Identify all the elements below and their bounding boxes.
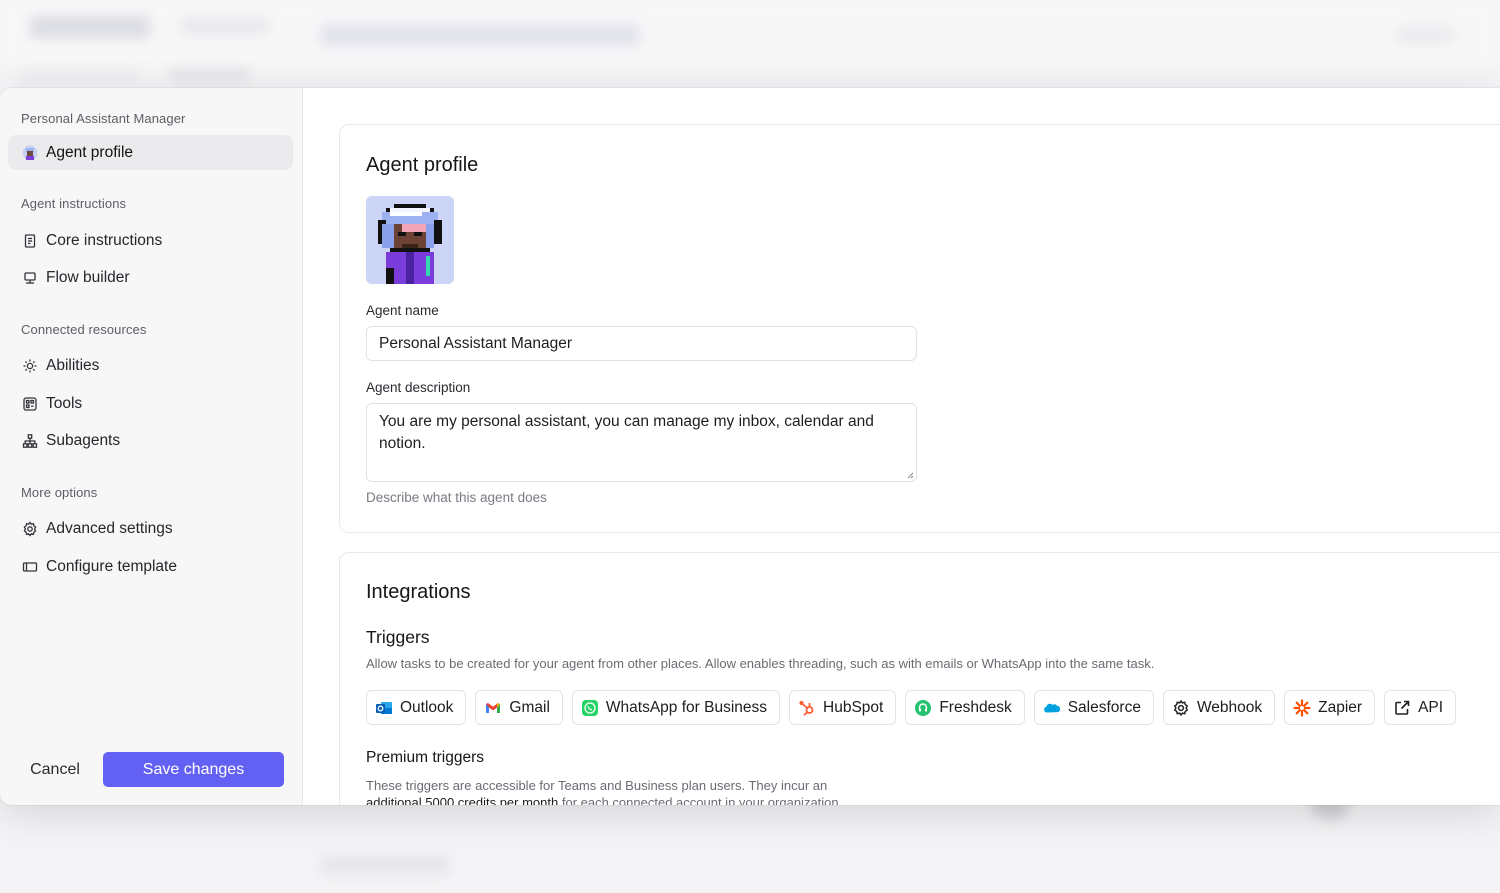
sidebar-section-instructions: Agent instructions (21, 196, 127, 211)
background-tab (170, 68, 250, 82)
sidebar-item-label: Advanced settings (46, 519, 173, 537)
outlook-icon (375, 699, 393, 717)
monitor-icon (21, 269, 38, 286)
background-pill (180, 18, 270, 34)
trigger-label: Gmail (509, 698, 550, 716)
background-logo (30, 16, 150, 38)
sidebar-item-core-instructions[interactable]: Core instructions (8, 223, 293, 258)
integrations-card: Integrations Triggers Allow tasks to be … (339, 552, 1500, 805)
premium-triggers-heading: Premium triggers (366, 749, 484, 766)
background-topbar (0, 0, 1500, 70)
triggers-heading: Triggers (366, 627, 430, 647)
premium-desc-credits: additional 5000 credits per month (366, 795, 559, 805)
webhook-gear-icon (1172, 699, 1190, 717)
external-link-icon (1393, 699, 1411, 717)
trigger-label: API (1418, 698, 1444, 716)
trigger-label: Salesforce (1067, 698, 1141, 716)
trigger-label: Webhook (1196, 698, 1263, 716)
background-action (1395, 26, 1455, 44)
trigger-whatsapp[interactable]: WhatsApp for Business (571, 690, 781, 725)
sidebar-item-configure-template[interactable]: Configure template (8, 549, 293, 584)
trigger-label: Zapier (1318, 698, 1363, 716)
zapier-icon (1293, 698, 1311, 717)
premium-desc-line2: for each connected account in your organ… (558, 795, 843, 805)
save-changes-button[interactable]: Save changes (103, 752, 284, 787)
trigger-outlook[interactable]: Outlook (366, 690, 467, 725)
triggers-description: Allow tasks to be created for your agent… (366, 656, 1155, 671)
sidebar-item-label: Flow builder (46, 268, 130, 286)
sidebar-item-label: Agent profile (46, 143, 134, 161)
tools-grid-icon (21, 395, 38, 412)
agent-description-help: Describe what this agent does (366, 490, 547, 505)
background-footer (320, 855, 450, 875)
premium-desc-line1: These triggers are accessible for Teams … (366, 778, 828, 793)
pixel-avatar-icon (366, 196, 454, 284)
agent-description-textarea[interactable]: You are my personal assistant, you can m… (366, 403, 917, 482)
agent-name-input[interactable] (366, 326, 917, 361)
sidebar-item-tools[interactable]: Tools (8, 386, 293, 421)
integrations-heading: Integrations (366, 581, 471, 603)
sidebar-item-label: Core instructions (46, 231, 163, 249)
background-title (320, 24, 640, 46)
triggers-list: Outlook Gmail WhatsApp for Business HubS… (366, 690, 1457, 725)
agent-avatar[interactable] (366, 196, 454, 284)
sidebar-item-abilities[interactable]: Abilities (8, 348, 293, 383)
sparkle-icon (21, 357, 38, 374)
sidebar-agent-title: Personal Assistant Manager (21, 111, 186, 126)
gear-icon (21, 520, 38, 537)
sidebar-item-label: Subagents (46, 431, 121, 449)
whatsapp-icon (581, 699, 599, 717)
hubspot-icon (798, 699, 816, 717)
gmail-icon (484, 699, 502, 717)
premium-triggers-description: These triggers are accessible for Teams … (366, 777, 926, 805)
sidebar-section-more: More options (21, 485, 98, 500)
trigger-label: HubSpot (823, 698, 884, 716)
trigger-webhook[interactable]: Webhook (1162, 690, 1276, 725)
sidebar-section-resources: Connected resources (21, 322, 147, 337)
sidebar-item-label: Configure template (46, 557, 177, 575)
sidebar-item-agent-profile[interactable]: Agent profile (8, 135, 293, 170)
agent-avatar-icon (21, 144, 38, 161)
sidebar-item-advanced-settings[interactable]: Advanced settings (8, 511, 293, 546)
resize-grip-icon[interactable] (906, 471, 914, 479)
freshdesk-icon (914, 699, 932, 717)
template-icon (21, 558, 38, 575)
trigger-api[interactable]: API (1384, 690, 1457, 725)
cancel-button[interactable]: Cancel (20, 752, 90, 787)
agent-profile-heading: Agent profile (366, 154, 479, 176)
trigger-label: Outlook (400, 698, 454, 716)
settings-sidebar: Personal Assistant Manager Agent profile… (0, 88, 303, 805)
trigger-salesforce[interactable]: Salesforce (1033, 690, 1154, 725)
sidebar-item-flow-builder[interactable]: Flow builder (8, 260, 293, 295)
trigger-label: Freshdesk (939, 698, 1012, 716)
sidebar-item-label: Abilities (46, 356, 100, 374)
agent-settings-modal: Personal Assistant Manager Agent profile… (0, 88, 1500, 805)
salesforce-icon (1043, 699, 1061, 717)
agent-profile-card: Agent profile Agent name Personal Assist… (339, 124, 1500, 533)
background-tab (20, 68, 140, 82)
hierarchy-icon (21, 432, 38, 449)
trigger-gmail[interactable]: Gmail (475, 690, 563, 725)
document-icon (21, 232, 38, 249)
sidebar-item-label: Tools (46, 394, 83, 412)
agent-description-label: Agent description (366, 380, 471, 395)
trigger-freshdesk[interactable]: Freshdesk (905, 690, 1025, 725)
trigger-zapier[interactable]: Zapier (1284, 690, 1376, 725)
agent-name-label: Agent name (366, 303, 439, 318)
trigger-hubspot[interactable]: HubSpot (789, 690, 897, 725)
trigger-label: WhatsApp for Business (605, 698, 768, 716)
sidebar-item-subagents[interactable]: Subagents (8, 423, 293, 458)
